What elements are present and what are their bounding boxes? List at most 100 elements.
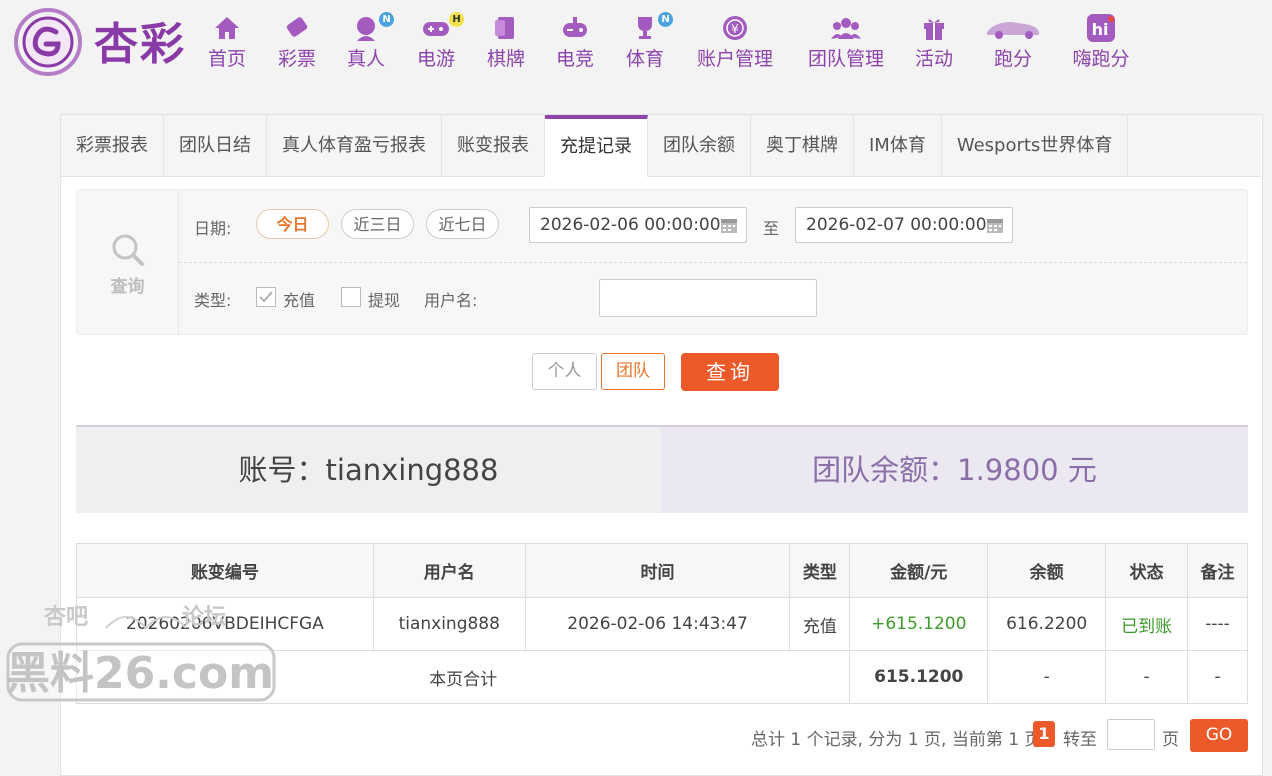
nav-sports[interactable]: N 体育 [625,12,673,71]
tab-im-sports[interactable]: IM体育 [854,115,942,176]
watermark-line1: 杏吧 [44,605,88,630]
withdraw-checkbox[interactable] [341,287,361,307]
live-dealer-icon [357,17,375,41]
pager-summary: 总计 1 个记录, 分为 1 页, 当前第 1 页 [751,730,1042,750]
nav-label: 电竞 [555,48,594,70]
current-page[interactable]: 1 [1033,721,1055,747]
nav-label: 真人 [346,48,385,70]
type-row: 类型: 充值 提现 用户名: [179,263,1247,333]
query-side: 查询 [77,190,179,334]
account-summary: 账号：tianxing888 团队余额：1.9800 元 [76,425,1248,515]
tab-wesports[interactable]: Wesports世界体育 [942,115,1129,176]
account-name: 账号：tianxing888 [76,427,661,513]
date-range-separator: 至 [763,219,780,238]
trophy-icon [638,17,652,39]
quick-date-3days[interactable]: 近三日 [341,209,414,239]
tab-odin-cards[interactable]: 奥丁棋牌 [751,115,854,176]
page-total-balance: - [987,650,1107,704]
nav-home[interactable]: 首页 [207,12,247,71]
nav-hi-paofen[interactable]: hi 嗨跑分 [1070,12,1132,71]
nav-label: 账户管理 [696,48,773,70]
personal-button[interactable]: 个人 [532,353,597,390]
search-button[interactable]: 查询 [681,353,779,391]
hi-app-icon: hi [1087,14,1115,42]
date-row: 日期: 今日 近三日 近七日 2026-02-06 00:00:00 至 202… [179,190,1247,263]
nav-activity[interactable]: 活动 [914,12,954,71]
gamepad-icon [423,22,449,36]
time-cell: 2026-02-06 14:43:47 [524,597,791,651]
nav-label: 嗨跑分 [1072,48,1130,70]
end-date-input[interactable]: 2026-02-07 00:00:00 [795,207,1013,243]
sports-car-icon [987,22,1039,39]
end-date-value: 2026-02-07 00:00:00 [806,215,987,235]
tab-team-balance[interactable]: 团队余额 [648,115,751,176]
nav-label: 电游 [416,48,455,70]
brand-logo[interactable]: 杏彩 [12,6,196,78]
col-note: 备注 [1187,543,1248,598]
lottery-ticket-icon [286,17,308,37]
tab-live-sports-pnl[interactable]: 真人体育盈亏报表 [267,115,442,176]
go-button[interactable]: GO [1190,719,1248,752]
team-button[interactable]: 团队 [601,353,665,390]
svg-text:¥: ¥ [731,22,739,36]
nav-label: 首页 [207,48,246,70]
nav-label: 棋牌 [486,48,525,70]
yen-coin-icon: ¥ [723,16,747,40]
watermark-line2: 黑料26.com [6,648,274,699]
page-total-amount: 615.1200 [849,650,989,704]
tab-deposit-withdraw[interactable]: 充提记录 [545,115,648,177]
balance-cell: 616.2200 [987,597,1107,651]
tab-lottery-report[interactable]: 彩票报表 [61,115,164,176]
col-amount: 金额/元 [849,543,989,598]
username-input[interactable] [599,279,817,317]
cards-icon [495,17,514,39]
col-type: 类型 [789,543,851,598]
page-total-status: - [1105,650,1189,704]
watermark-ornament [105,616,187,630]
col-txn-id: 账变编号 [76,543,374,598]
username-cell: tianxing888 [372,597,526,651]
new-badge: N [658,12,673,27]
svg-text:hi: hi [1092,20,1109,39]
start-date-input[interactable]: 2026-02-06 00:00:00 [529,207,747,243]
status-cell: 已到账 [1105,597,1189,651]
watermark-line1b: 论坛 [182,604,226,630]
withdraw-label: 提现 [368,291,401,310]
watermark-graphic: 杏吧 论坛 黑料26.com [6,604,276,702]
nav-paofen[interactable]: 跑分 [984,12,1042,71]
calendar-icon[interactable] [986,216,1004,234]
type-cell: 充值 [789,597,851,651]
quick-date-7days[interactable]: 近七日 [426,209,499,239]
note-cell: ---- [1187,597,1248,651]
col-status: 状态 [1105,543,1189,598]
hot-badge: H [449,12,464,27]
nav-cards[interactable]: 棋牌 [486,12,526,71]
checkmark-icon [259,291,273,303]
deposit-checkbox[interactable] [256,287,276,307]
home-icon [215,17,239,39]
nav-live[interactable]: N 真人 [346,12,394,71]
tab-team-daily[interactable]: 团队日结 [164,115,267,176]
nav-slots[interactable]: H 电游 [416,12,464,71]
date-label: 日期: [194,219,232,238]
calendar-icon[interactable] [720,216,738,234]
search-icon [112,234,144,266]
username-label: 用户名: [424,291,478,310]
nav-lottery[interactable]: 彩票 [277,12,317,71]
col-balance: 余额 [987,543,1107,598]
table-header-row: 账变编号 用户名 时间 类型 金额/元 余额 状态 备注 [76,543,1248,598]
query-side-label: 查询 [110,277,145,297]
nav-esports[interactable]: 电竞 [555,12,595,71]
goto-page-input[interactable] [1107,719,1155,750]
nav-account[interactable]: ¥ 账户管理 [694,12,776,71]
brand-name: 杏彩 [94,19,186,70]
watermark: 杏吧 论坛 黑料26.com [6,598,276,704]
quick-date-today[interactable]: 今日 [256,209,329,239]
tab-account-changes[interactable]: 账变报表 [442,115,545,176]
col-time: 时间 [524,543,791,598]
esports-controller-icon [563,17,587,37]
gift-icon [924,19,944,40]
report-tabs: 彩票报表 团队日结 真人体育盈亏报表 账变报表 充提记录 团队余额 奥丁棋牌 I… [61,115,1261,177]
nav-team[interactable]: 团队管理 [805,12,887,71]
amount-cell: +615.1200 [849,597,989,651]
